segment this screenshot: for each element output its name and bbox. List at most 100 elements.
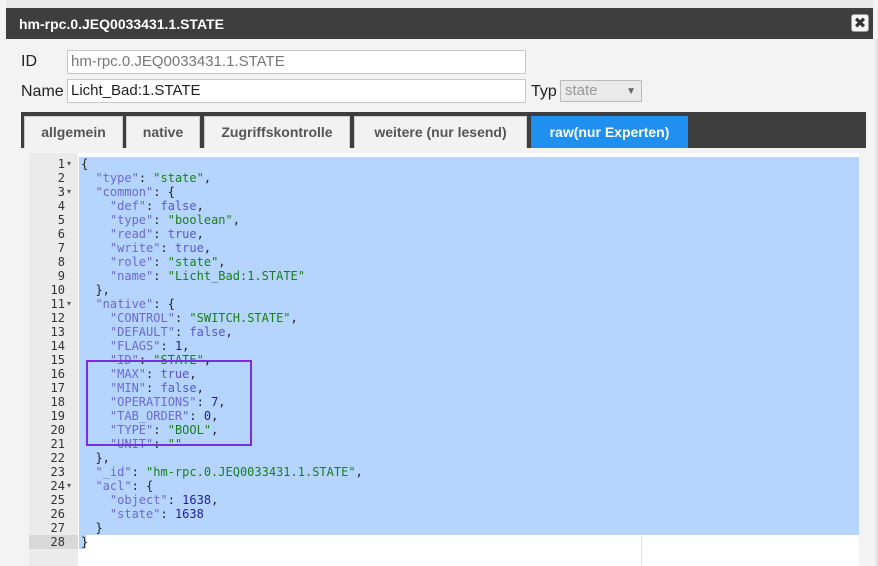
code-token: "FLAGS" — [109, 339, 161, 353]
code-line: "name": "Licht_Bad:1.STATE" — [81, 269, 363, 283]
code-token: true — [167, 227, 197, 241]
code-token: "SWITCH.STATE" — [189, 311, 291, 325]
code-line: "_id": "hm-rpc.0.JEQ0033431.1.STATE", — [81, 465, 363, 479]
line-number: 26 — [50, 507, 65, 521]
code-line: } — [81, 521, 363, 535]
type-select-value: state — [565, 82, 598, 99]
code-token: : — [153, 269, 168, 283]
code-token: "name" — [109, 269, 154, 283]
type-select[interactable]: state ▼ — [560, 80, 642, 102]
code-token: "boolean" — [167, 213, 233, 227]
code-line: "role": "state", — [81, 255, 363, 269]
code-token: : — [131, 465, 147, 479]
code-token: : — [160, 507, 175, 521]
tab-zugriffskontrolle[interactable]: Zugriffskontrolle — [204, 116, 350, 148]
line-number: 10 — [50, 283, 65, 297]
code-token: false — [189, 325, 226, 339]
code-line: "native": { — [81, 297, 363, 311]
code-token: "type" — [109, 213, 154, 227]
line-number: 23 — [50, 465, 65, 479]
code-token: }, — [81, 283, 110, 297]
code-token: 1638 — [174, 507, 204, 521]
code-token: : — [160, 339, 175, 353]
code-line: "write": true, — [81, 241, 363, 255]
name-field[interactable]: Licht_Bad:1.STATE — [67, 79, 526, 103]
code-content[interactable]: { "type": "state", "common": { "def": fa… — [81, 157, 363, 549]
code-token: "state" — [109, 507, 161, 521]
fold-toggle-icon[interactable]: ▾ — [67, 157, 71, 171]
fold-toggle-icon[interactable]: ▾ — [67, 185, 71, 199]
tab-weitere[interactable]: weitere (nur lesend) — [354, 116, 527, 148]
code-token: , — [232, 213, 240, 227]
code-token: : — [160, 241, 175, 255]
code-token: : — [153, 227, 168, 241]
tab-bar: allgemein native Zugriffskontrolle weite… — [21, 112, 866, 148]
code-token: "hm-rpc.0.JEQ0033431.1.STATE" — [146, 465, 356, 479]
line-number: 11 — [50, 297, 65, 311]
code-token: "read" — [109, 227, 154, 241]
line-number: 12 — [50, 311, 65, 325]
close-icon[interactable]: ✖ — [851, 14, 869, 32]
code-token: : { — [153, 297, 175, 311]
code-line: "acl": { — [81, 479, 363, 493]
line-number: 3 — [57, 185, 65, 199]
code-token: , — [225, 325, 233, 339]
line-number: 14 — [50, 339, 65, 353]
code-token: : — [153, 213, 168, 227]
tab-raw[interactable]: raw(nur Experten) — [531, 116, 688, 148]
tab-allgemein[interactable]: allgemein — [24, 116, 123, 148]
code-line: "state": 1638 — [81, 507, 363, 521]
annotation-highlight-box — [86, 360, 252, 446]
name-label: Name — [21, 83, 64, 100]
code-token: : — [174, 311, 190, 325]
line-number: 25 — [50, 493, 65, 507]
code-token: "state" — [167, 255, 219, 269]
id-field[interactable]: hm-rpc.0.JEQ0033431.1.STATE — [67, 50, 526, 74]
code-token: true — [174, 241, 204, 255]
tab-native[interactable]: native — [126, 116, 200, 148]
code-token: "object" — [109, 493, 168, 507]
code-token: , — [290, 311, 298, 325]
line-number: 8 — [57, 255, 65, 269]
line-number: 15 — [50, 353, 65, 367]
id-label: ID — [21, 53, 37, 70]
fold-toggle-icon[interactable]: ▾ — [67, 297, 71, 311]
line-number: 5 — [57, 213, 65, 227]
code-token: 1638 — [182, 493, 212, 507]
code-line: "type": "boolean", — [81, 213, 363, 227]
code-token: : { — [131, 479, 154, 493]
code-token: , — [211, 493, 219, 507]
code-token: , — [355, 465, 363, 479]
dialog-title: hm-rpc.0.JEQ0033431.1.STATE — [19, 16, 224, 32]
code-token: "role" — [109, 255, 154, 269]
fold-toggle-icon[interactable]: ▾ — [67, 479, 71, 493]
code-token: "Licht_Bad:1.STATE" — [167, 269, 305, 283]
dialog-titlebar[interactable]: hm-rpc.0.JEQ0033431.1.STATE ✖ — [6, 8, 873, 39]
code-line: "CONTROL": "SWITCH.STATE", — [81, 311, 363, 325]
code-token: , — [218, 255, 226, 269]
line-number: 1 — [57, 157, 65, 171]
code-token: "native" — [95, 297, 154, 311]
code-token: false — [160, 199, 197, 213]
code-line: "read": true, — [81, 227, 363, 241]
code-token: : — [153, 255, 168, 269]
code-token: { — [81, 157, 89, 171]
code-token: "write" — [109, 241, 161, 255]
dialog-top-strip — [6, 0, 873, 8]
code-token: : — [146, 199, 161, 213]
line-number: 21 — [50, 437, 65, 451]
code-token: : — [138, 171, 154, 185]
code-token: , — [196, 227, 204, 241]
chevron-down-icon: ▼ — [626, 86, 636, 97]
